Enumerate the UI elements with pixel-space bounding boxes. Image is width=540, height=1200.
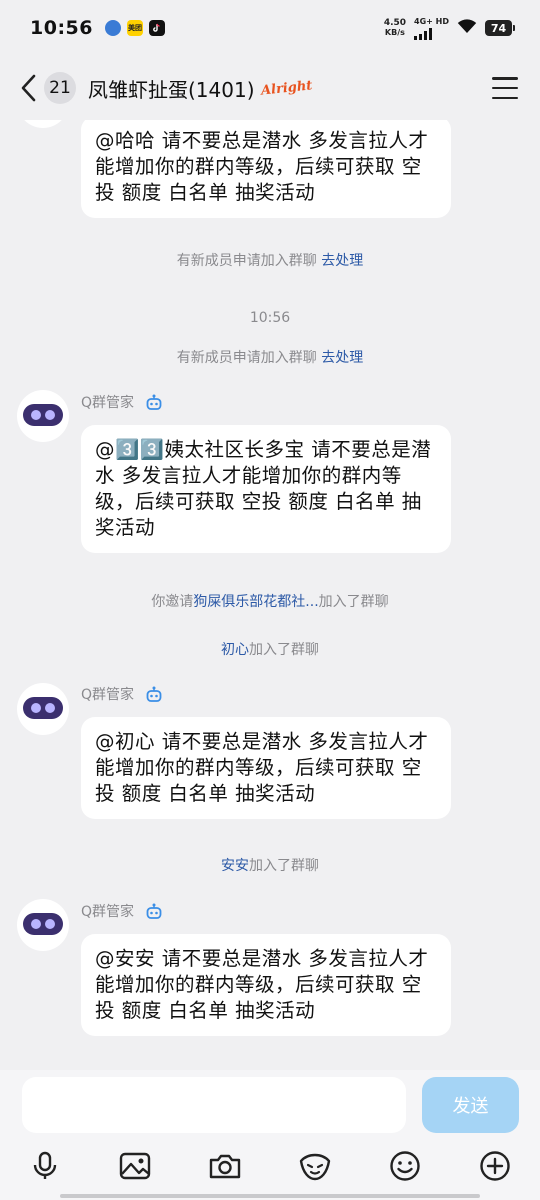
send-button[interactable]: 发送 <box>422 1077 519 1133</box>
app-icon-blue <box>104 20 121 36</box>
signal-icon <box>414 26 433 40</box>
system-notice: 你邀请狗屎俱乐部花都社...加入了群聊 <box>0 591 540 611</box>
member-name-link[interactable]: 初心 <box>221 642 249 658</box>
douyin-icon <box>148 20 165 36</box>
input-toolbar <box>0 1146 540 1186</box>
system-notice-text: 加入了群聊 <box>249 642 319 658</box>
sender-row: Q群管家 <box>81 392 162 412</box>
battery-icon: 74 <box>485 20 515 36</box>
unread-count-badge[interactable]: 21 <box>44 72 76 104</box>
home-indicator[interactable] <box>60 1194 480 1198</box>
network-type: 4G+ HD <box>414 16 449 26</box>
microphone-icon[interactable] <box>25 1146 65 1186</box>
bot-avatar[interactable] <box>17 683 69 735</box>
system-notice-text: 有新成员申请加入群聊 <box>176 253 317 269</box>
member-name-link[interactable]: 狗屎俱乐部花都社... <box>193 594 318 610</box>
status-time: 10:56 <box>30 17 93 39</box>
wifi-icon <box>457 18 477 38</box>
back-arrow-icon[interactable] <box>18 73 38 103</box>
status-bar: 10:56 美团 4.50 KB/s 4G+ HD 74 <box>0 0 540 56</box>
camera-icon[interactable] <box>205 1146 245 1186</box>
sender-name: Q群管家 <box>81 904 135 920</box>
cellular-signal: 4G+ HD <box>414 17 449 40</box>
message-bubble[interactable]: @哈哈 请不要总是潜水 多发言拉人才能增加你的群内等级，后续可获取 空投 额度 … <box>81 116 451 218</box>
bot-avatar[interactable] <box>17 390 69 442</box>
speed-value: 4.50 <box>383 18 407 28</box>
sticker-icon[interactable] <box>295 1146 335 1186</box>
emoji-icon[interactable] <box>385 1146 425 1186</box>
system-notice: 有新成员申请加入群聊 去处理 <box>0 347 540 367</box>
network-speed: 4.50 KB/s <box>384 18 406 38</box>
menu-icon[interactable] <box>492 77 518 99</box>
chat-area[interactable]: @哈哈 请不要总是潜水 多发言拉人才能增加你的群内等级，后续可获取 空投 额度 … <box>0 0 540 1070</box>
process-link[interactable]: 去处理 <box>321 350 363 366</box>
system-notice-text: 加入了群聊 <box>318 594 389 610</box>
system-notice-text: 你邀请 <box>151 594 194 610</box>
notification-icons: 美团 <box>104 20 165 36</box>
message-bubble[interactable]: @初心 请不要总是潜水 多发言拉人才能增加你的群内等级，后续可获取 空投 额度 … <box>81 717 451 819</box>
message-bubble[interactable]: @3️⃣3️⃣姨太社区长多宝 请不要总是潜水 多发言拉人才能增加你的群内等级，后… <box>81 425 451 553</box>
group-tag-badge: Alright <box>259 77 313 99</box>
meituan-icon: 美团 <box>126 20 143 36</box>
bot-avatar[interactable] <box>17 899 69 951</box>
message-input[interactable] <box>22 1077 406 1133</box>
input-bar: 发送 <box>0 1070 540 1200</box>
member-name-link[interactable]: 安安 <box>221 858 249 874</box>
robot-icon <box>146 686 162 702</box>
speed-unit: KB/s <box>384 28 405 37</box>
chat-header: 21 凤雏虾扯蛋(1401) Alright <box>0 56 540 120</box>
sender-row: Q群管家 <box>81 901 162 921</box>
plus-icon[interactable] <box>475 1146 515 1186</box>
system-notice-text: 加入了群聊 <box>249 858 319 874</box>
image-icon[interactable] <box>115 1146 155 1186</box>
system-notice-text: 有新成员申请加入群聊 <box>176 350 317 366</box>
system-notice: 初心加入了群聊 <box>0 639 540 659</box>
sender-row: Q群管家 <box>81 684 162 704</box>
group-title[interactable]: 凤雏虾扯蛋(1401) <box>88 74 255 103</box>
sender-name: Q群管家 <box>81 395 135 411</box>
system-notice: 有新成员申请加入群聊 去处理 <box>0 250 540 270</box>
robot-icon <box>146 394 162 410</box>
message-bubble[interactable]: @安安 请不要总是潜水 多发言拉人才能增加你的群内等级，后续可获取 空投 额度 … <box>81 934 451 1036</box>
system-notice: 安安加入了群聊 <box>0 855 540 875</box>
sender-name: Q群管家 <box>81 687 135 703</box>
robot-icon <box>146 903 162 919</box>
process-link[interactable]: 去处理 <box>321 253 363 269</box>
timestamp: 10:56 <box>249 310 291 326</box>
